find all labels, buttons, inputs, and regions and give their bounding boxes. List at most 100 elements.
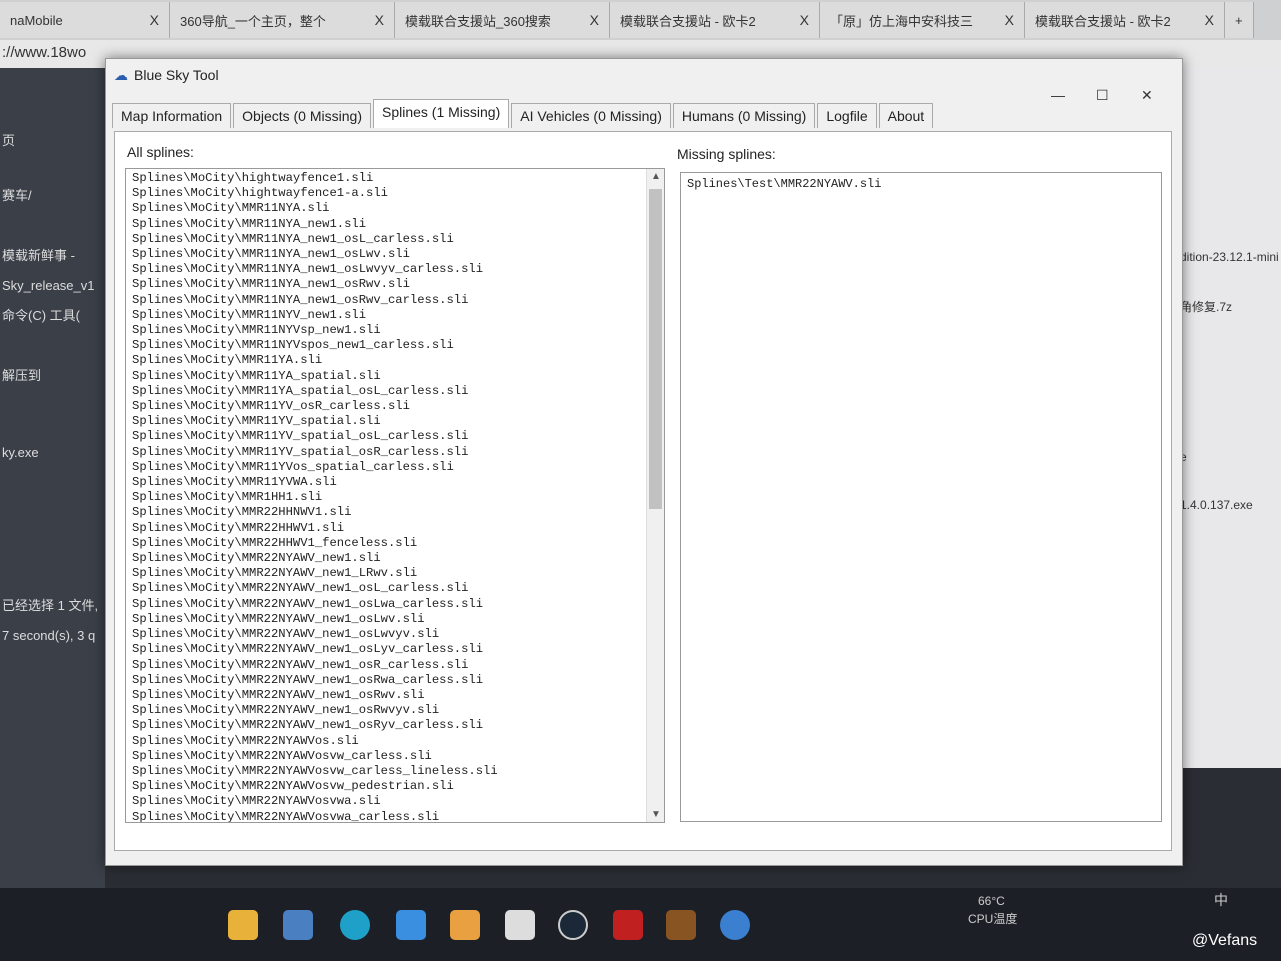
desktop-text[interactable]: 命令(C) 工具(	[2, 305, 80, 324]
list-item[interactable]: Splines\MoCity\MMR22NYAWV_new1_osLyv_car…	[132, 642, 658, 657]
onedrive-icon[interactable]	[720, 910, 750, 940]
scroll-down-icon[interactable]: ▼	[647, 809, 664, 820]
list-item[interactable]: Splines\MoCity\MMR11NYA_new1_osLwv.sli	[132, 247, 658, 262]
close-tab-icon[interactable]: X	[590, 12, 599, 28]
desktop-text[interactable]: 赛车/	[2, 185, 32, 204]
list-item[interactable]: Splines\MoCity\MMR11NYA_new1_osRwv_carle…	[132, 293, 658, 308]
list-item[interactable]: Splines\MoCity\MMR22NYAWVosvw_pedestrian…	[132, 779, 658, 794]
desktop-file[interactable]: 1.4.0.137.exe	[1180, 498, 1253, 512]
list-item[interactable]: Splines\MoCity\MMR22NYAWV_new1.sli	[132, 551, 658, 566]
list-item[interactable]: Splines\MoCity\MMR22NYAWV_new1_osL_carle…	[132, 581, 658, 596]
edge-icon[interactable]	[340, 910, 370, 940]
browser-tab[interactable]: 模载联合支援站 - 欧卡2 X	[610, 2, 820, 38]
ime-indicator[interactable]: 中	[1214, 890, 1228, 910]
list-item[interactable]: Splines\MoCity\MMR22NYAWV_new1_osLwa_car…	[132, 597, 658, 612]
desktop-text[interactable]: Sky_release_v1	[2, 278, 95, 293]
tab-map[interactable]: Map Information	[112, 103, 232, 128]
list-item[interactable]: Splines\MoCity\MMR11YV_spatial_osR_carle…	[132, 445, 658, 460]
list-item[interactable]: Splines\MoCity\MMR11YV_spatial_osL_carle…	[132, 429, 658, 444]
list-item[interactable]: Splines\MoCity\MMR11YA_spatial_osL_carle…	[132, 384, 658, 399]
list-item[interactable]: Splines\MoCity\MMR22HHWV1.sli	[132, 521, 658, 536]
desktop-text[interactable]: 解压到	[2, 365, 41, 384]
minimize-button[interactable]: —	[1051, 87, 1065, 103]
browser-tab[interactable]: 模载联合支援站_360搜索 X	[395, 2, 610, 38]
list-item[interactable]: Splines\MoCity\MMR22NYAWV_new1_osRwa_car…	[132, 673, 658, 688]
list-item[interactable]: Splines\MoCity\hightwayfence1-a.sli	[132, 186, 658, 201]
close-tab-icon[interactable]: X	[800, 12, 809, 28]
browser-tab[interactable]: 模载联合支援站 - 欧卡2 X	[1025, 2, 1225, 38]
scroll-thumb[interactable]	[649, 189, 662, 509]
cpu-temp: 66°C	[978, 894, 1005, 908]
tab-about[interactable]: About	[878, 103, 934, 128]
desktop-text[interactable]: 已经选择 1 文件,	[2, 595, 98, 614]
list-item[interactable]: Splines\MoCity\MMR22NYAWVosvwa_carless.s…	[132, 810, 658, 822]
list-item[interactable]: Splines\MoCity\MMR11NYA_new1_osLwvyv_car…	[132, 262, 658, 277]
close-tab-icon[interactable]: X	[375, 12, 384, 28]
app-icon[interactable]	[505, 910, 535, 940]
app-icon[interactable]	[283, 910, 313, 940]
missing-splines-label: Missing splines:	[677, 146, 776, 162]
qq-icon[interactable]	[450, 910, 480, 940]
file-explorer-icon[interactable]	[228, 910, 258, 940]
desktop-text[interactable]: 模载新鲜事 -	[2, 245, 75, 264]
steam-icon[interactable]	[558, 910, 588, 940]
list-item[interactable]: Splines\MoCity\MMR11NYVsp_new1.sli	[132, 323, 658, 338]
close-tab-icon[interactable]: X	[1005, 12, 1014, 28]
list-item[interactable]: Splines\MoCity\MMR11YA.sli	[132, 353, 658, 368]
list-item[interactable]: Splines\MoCity\MMR22NYAWV_new1_osLwv.sli	[132, 612, 658, 627]
list-item[interactable]: Splines\MoCity\MMR11NYA.sli	[132, 201, 658, 216]
maximize-button[interactable]: ☐	[1096, 87, 1109, 104]
scrollbar[interactable]: ▲ ▼	[646, 169, 664, 822]
tab-logfile[interactable]: Logfile	[817, 103, 877, 128]
list-item[interactable]: Splines\MoCity\MMR22NYAWVosvw_carless_li…	[132, 764, 658, 779]
close-button[interactable]: ✕	[1141, 87, 1153, 104]
list-item[interactable]: Splines\MoCity\MMR22NYAWV_new1_osRyv_car…	[132, 718, 658, 733]
desktop-text[interactable]: 页	[2, 130, 15, 149]
tab-ai[interactable]: AI Vehicles (0 Missing)	[511, 103, 671, 128]
browser-tab[interactable]: naMobile X	[0, 2, 170, 38]
list-item[interactable]: Splines\MoCity\MMR11YV_osR_carless.sli	[132, 399, 658, 414]
browser-tab[interactable]: 「原」仿上海中安科技三 X	[820, 2, 1025, 38]
list-item[interactable]: Splines\MoCity\MMR11YV_spatial.sli	[132, 414, 658, 429]
app-icon[interactable]	[396, 910, 426, 940]
list-item[interactable]: Splines\MoCity\MMR11NYVspos_new1_carless…	[132, 338, 658, 353]
close-tab-icon[interactable]: X	[150, 12, 159, 28]
desktop-file[interactable]: dition-23.12.1-mini	[1180, 250, 1279, 264]
list-item[interactable]: Splines\MoCity\MMR11NYV_new1.sli	[132, 308, 658, 323]
app-icon[interactable]	[666, 910, 696, 940]
close-tab-icon[interactable]: X	[1205, 12, 1214, 28]
list-item[interactable]: Splines\MoCity\MMR11YA_spatial.sli	[132, 369, 658, 384]
missing-splines-list[interactable]: Splines\Test\MMR22NYAWV.sli	[680, 172, 1162, 822]
list-item[interactable]: Splines\MoCity\MMR11YVWA.sli	[132, 475, 658, 490]
list-item[interactable]: Splines\Test\MMR22NYAWV.sli	[687, 177, 1155, 191]
list-item[interactable]: Splines\MoCity\MMR22NYAWV_new1_osRwvyv.s…	[132, 703, 658, 718]
browser-tab[interactable]: 360导航_一个主页，整个 X	[170, 2, 395, 38]
list-item[interactable]: Splines\MoCity\MMR22NYAWVos.sli	[132, 734, 658, 749]
list-item[interactable]: Splines\MoCity\MMR22NYAWV_new1_osRwv.sli	[132, 688, 658, 703]
list-item[interactable]: Splines\MoCity\MMR22NYAWV_new1_osR_carle…	[132, 658, 658, 673]
new-tab-button[interactable]: +	[1225, 2, 1254, 38]
desktop-file[interactable]: 角修复.7z	[1180, 298, 1232, 315]
list-item[interactable]: Splines\MoCity\MMR11YVos_spatial_carless…	[132, 460, 658, 475]
tab-humans[interactable]: Humans (0 Missing)	[672, 103, 816, 128]
list-item[interactable]: Splines\MoCity\MMR22NYAWV_new1_osLwvyv.s…	[132, 627, 658, 642]
scroll-up-icon[interactable]: ▲	[647, 171, 664, 182]
list-item[interactable]: Splines\MoCity\MMR22NYAWVosvw_carless.sl…	[132, 749, 658, 764]
list-item[interactable]: Splines\MoCity\MMR1HH1.sli	[132, 490, 658, 505]
list-item[interactable]: Splines\MoCity\MMR22NYAWVosvwa.sli	[132, 794, 658, 809]
list-item[interactable]: Splines\MoCity\MMR22NYAWV_new1_LRwv.sli	[132, 566, 658, 581]
all-splines-list[interactable]: Splines\MoCity\hightwayfence1.sli Splines…	[125, 168, 665, 823]
tab-splines[interactable]: Splines (1 Missing)	[372, 99, 510, 128]
list-item[interactable]: Splines\MoCity\MMR22HHNWV1.sli	[132, 505, 658, 520]
list-item[interactable]: Splines\MoCity\hightwayfence1.sli	[132, 171, 658, 186]
desktop-text[interactable]: ky.exe	[2, 445, 39, 460]
window-title: Blue Sky Tool	[134, 67, 219, 83]
list-item[interactable]: Splines\MoCity\MMR11NYA_new1_osRwv.sli	[132, 277, 658, 292]
app-icon[interactable]	[613, 910, 643, 940]
list-item[interactable]: Splines\MoCity\MMR11NYA_new1_osL_carless…	[132, 232, 658, 247]
tab-objects[interactable]: Objects (0 Missing)	[233, 103, 371, 128]
list-item[interactable]: Splines\MoCity\MMR22HHWV1_fenceless.sli	[132, 536, 658, 551]
taskbar: 66°C CPU温度 中 @Vefans	[0, 888, 1281, 961]
desktop-text[interactable]: 7 second(s), 3 q	[2, 628, 95, 643]
list-item[interactable]: Splines\MoCity\MMR11NYA_new1.sli	[132, 217, 658, 232]
